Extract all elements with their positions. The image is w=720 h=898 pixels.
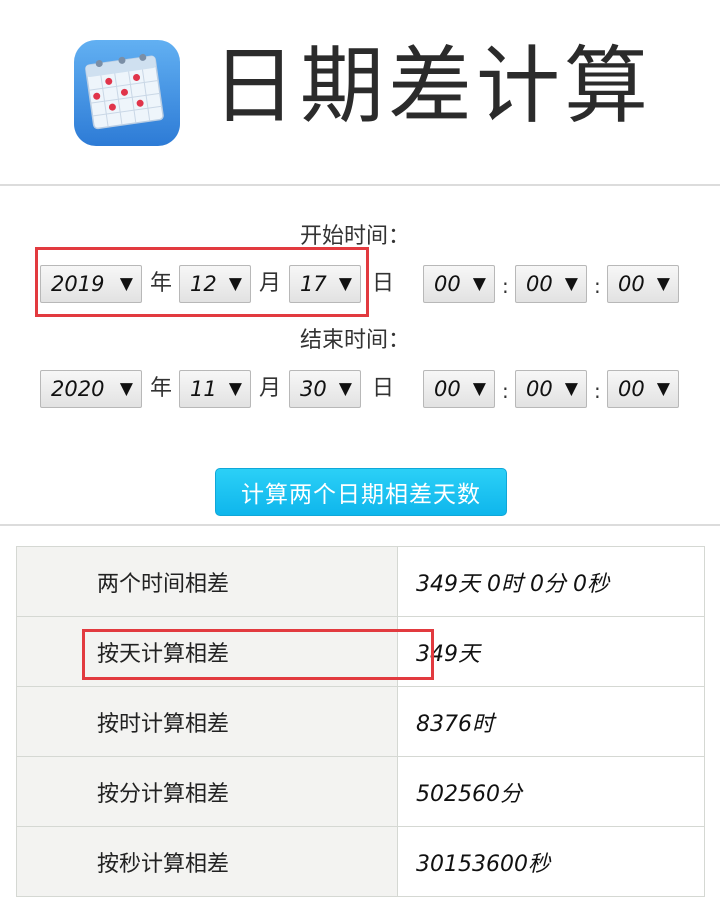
page-title: 日期差计算 — [212, 37, 653, 135]
start-hour-select[interactable]: 00 ▼ — [423, 265, 495, 303]
dropdown-arrow-icon: ▼ — [472, 274, 486, 294]
table-row: 按秒计算相差 30153600秒 — [16, 826, 705, 897]
time-colon: : — [502, 379, 509, 403]
end-day-value: 30 — [300, 377, 327, 401]
result-table: 两个时间相差 349天 0时 0分 0秒 按天计算相差 349天 按时计算相差 … — [16, 546, 705, 897]
time-colon: : — [594, 379, 601, 403]
result-value: 502560分 — [397, 756, 705, 827]
start-second-select[interactable]: 00 ▼ — [607, 265, 679, 303]
end-year-select[interactable]: 2020 ▼ — [40, 370, 142, 408]
time-colon: : — [594, 274, 601, 298]
end-hour-value: 00 — [434, 377, 461, 401]
start-minute-select[interactable]: 00 ▼ — [515, 265, 587, 303]
dropdown-arrow-icon: ▼ — [338, 379, 352, 399]
end-month-value: 11 — [190, 377, 217, 401]
start-minute-value: 00 — [526, 272, 553, 296]
result-label: 按秒计算相差 — [16, 826, 398, 897]
dropdown-arrow-icon: ▼ — [228, 379, 242, 399]
start-date-highlight — [35, 247, 369, 317]
dropdown-arrow-icon: ▼ — [564, 379, 578, 399]
dropdown-arrow-icon: ▼ — [472, 379, 486, 399]
result-value: 30153600秒 — [397, 826, 705, 897]
result-label: 两个时间相差 — [16, 546, 398, 617]
start-time-label: 开始时间： — [300, 224, 411, 249]
header: 日期差计算 — [0, 0, 720, 185]
result-value: 349天 — [397, 616, 705, 687]
year-unit: 年 — [150, 376, 173, 401]
result-label: 按分计算相差 — [16, 756, 398, 827]
result-value: 8376时 — [397, 686, 705, 757]
table-row: 两个时间相差 349天 0时 0分 0秒 — [16, 546, 705, 617]
dropdown-arrow-icon: ▼ — [564, 274, 578, 294]
end-time-label: 结束时间： — [300, 328, 411, 353]
end-month-select[interactable]: 11 ▼ — [179, 370, 251, 408]
end-second-value: 00 — [618, 377, 645, 401]
end-second-select[interactable]: 00 ▼ — [607, 370, 679, 408]
result-label: 按时计算相差 — [16, 686, 398, 757]
end-minute-select[interactable]: 00 ▼ — [515, 370, 587, 408]
end-hour-select[interactable]: 00 ▼ — [423, 370, 495, 408]
dropdown-arrow-icon: ▼ — [656, 379, 670, 399]
form-divider — [0, 524, 720, 526]
dropdown-arrow-icon: ▼ — [119, 379, 133, 399]
table-row: 按时计算相差 8376时 — [16, 686, 705, 757]
end-year-value: 2020 — [51, 377, 105, 401]
day-unit: 日 — [372, 376, 395, 401]
result-value: 349天 0时 0分 0秒 — [397, 546, 705, 617]
header-divider — [0, 184, 720, 186]
start-second-value: 00 — [618, 272, 645, 296]
start-hour-value: 00 — [434, 272, 461, 296]
day-diff-highlight — [82, 629, 434, 680]
table-row: 按分计算相差 502560分 — [16, 756, 705, 827]
dropdown-arrow-icon: ▼ — [656, 274, 670, 294]
end-minute-value: 00 — [526, 377, 553, 401]
time-colon: : — [502, 274, 509, 298]
day-unit: 日 — [372, 271, 395, 296]
end-day-select[interactable]: 30 ▼ — [289, 370, 361, 408]
calculate-button[interactable]: 计算两个日期相差天数 — [215, 468, 507, 516]
calendar-icon — [74, 40, 180, 146]
month-unit: 月 — [259, 376, 282, 401]
